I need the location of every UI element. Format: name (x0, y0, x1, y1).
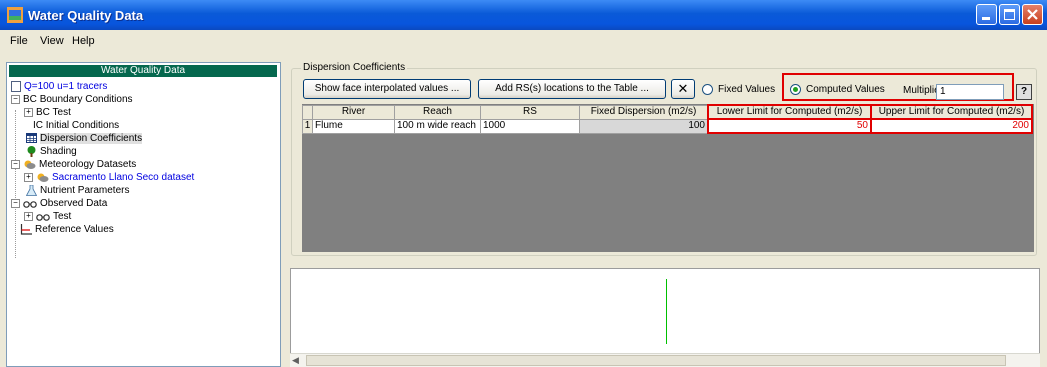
column-header-river[interactable]: River (312, 104, 395, 120)
delete-icon: ✕ (677, 81, 689, 96)
tree-item-initial-conditions[interactable]: IC Initial Conditions (20, 120, 119, 132)
cell-upper-limit[interactable]: 200 (870, 118, 1033, 134)
close-icon (1027, 9, 1038, 20)
row-number: 1 (302, 118, 313, 134)
horizontal-scrollbar[interactable]: ◀ (290, 353, 1040, 367)
minimize-button[interactable] (976, 4, 997, 25)
expand-icon[interactable]: + (24, 107, 33, 117)
row-number-header (302, 104, 313, 120)
title-bar: Water Quality Data (0, 0, 1047, 30)
flask-icon (26, 185, 37, 196)
app-window-icon (7, 7, 23, 23)
computed-values-radio[interactable] (790, 84, 801, 95)
collapse-icon[interactable]: − (11, 94, 20, 104)
cell-reach[interactable]: 100 m wide reach (394, 118, 481, 134)
menu-view[interactable]: View (40, 35, 64, 47)
close-button[interactable] (1022, 4, 1043, 25)
help-button[interactable]: ? (1016, 84, 1032, 100)
column-header-fixed-dispersion[interactable]: Fixed Dispersion (m2/s) (579, 104, 709, 120)
computed-values-label[interactable]: Computed Values (806, 84, 885, 95)
weather-icon (24, 160, 36, 169)
document-icon (11, 81, 21, 92)
minimize-icon (982, 17, 990, 20)
add-rs-locations-button[interactable]: Add RS(s) locations to the Table ... (478, 79, 666, 99)
scroll-thumb[interactable] (306, 355, 1006, 366)
window-title: Water Quality Data (28, 8, 144, 23)
column-header-rs[interactable]: RS (480, 104, 580, 120)
help-icon: ? (1020, 86, 1028, 97)
plot-line (666, 279, 667, 344)
tree-item-shading[interactable]: Shading (26, 146, 77, 158)
fixed-values-radio[interactable] (702, 84, 713, 95)
glasses-icon (36, 214, 50, 221)
tree-item-nutrient-parameters[interactable]: Nutrient Parameters (26, 185, 129, 197)
axes-icon (20, 224, 32, 235)
column-header-lower-limit[interactable]: Lower Limit for Computed (m2/s) (707, 104, 872, 120)
cell-river[interactable]: Flume (312, 118, 395, 134)
tree-item-observed-test[interactable]: + Test (24, 211, 71, 223)
column-header-reach[interactable]: Reach (394, 104, 481, 120)
scroll-left-icon[interactable]: ◀ (292, 355, 299, 366)
collapse-icon[interactable]: − (11, 198, 20, 208)
dispersion-table[interactable]: River Reach RS Fixed Dispersion (m2/s) L… (302, 104, 1033, 134)
cell-lower-limit[interactable]: 50 (707, 118, 872, 134)
cell-rs[interactable]: 1000 (480, 118, 580, 134)
weather-icon (37, 173, 49, 182)
tree-icon (27, 146, 36, 157)
table-row[interactable]: 1 Flume 100 m wide reach 1000 100 50 200 (302, 118, 1033, 134)
menu-bar: File View Help (0, 32, 1047, 50)
tree-item-bc-test[interactable]: + BC Test (24, 107, 71, 119)
tree-item-observed-data[interactable]: − Observed Data (11, 198, 107, 210)
tree-item-boundary-conditions[interactable]: − BC Boundary Conditions (11, 94, 133, 106)
menu-help[interactable]: Help (72, 35, 95, 47)
column-header-upper-limit[interactable]: Upper Limit for Computed (m2/s) (870, 104, 1033, 120)
collapse-icon[interactable]: − (11, 160, 20, 169)
tree-item-project[interactable]: Q=100 u=1 tracers (11, 81, 107, 93)
fixed-values-label[interactable]: Fixed Values (718, 84, 775, 95)
table-header-row: River Reach RS Fixed Dispersion (m2/s) L… (302, 104, 1033, 120)
dispersion-group-label: Dispersion Coefficients (301, 62, 408, 73)
expand-icon[interactable]: + (24, 173, 33, 182)
tree-item-sacramento-dataset[interactable]: + Sacramento Llano Seco dataset (24, 172, 194, 184)
glasses-icon (23, 201, 37, 208)
maximize-icon (1004, 9, 1015, 20)
tree-item-meteorology-datasets[interactable]: − Meteorology Datasets (11, 159, 136, 171)
tree-connector (15, 110, 16, 258)
table-icon (26, 133, 37, 144)
maximize-button[interactable] (999, 4, 1020, 25)
tree-item-dispersion-coefficients[interactable]: Dispersion Coefficients (26, 133, 143, 145)
tree-item-reference-values[interactable]: Reference Values (20, 224, 114, 236)
cell-fixed-dispersion[interactable]: 100 (579, 118, 709, 134)
expand-icon[interactable]: + (24, 211, 33, 221)
multiplier-input[interactable]: 1 (936, 84, 1004, 100)
delete-row-button[interactable]: ✕ (671, 79, 695, 99)
tree-header: Water Quality Data (9, 65, 277, 77)
menu-file[interactable]: File (10, 35, 28, 47)
show-face-interpolated-button[interactable]: Show face interpolated values ... (303, 79, 471, 99)
